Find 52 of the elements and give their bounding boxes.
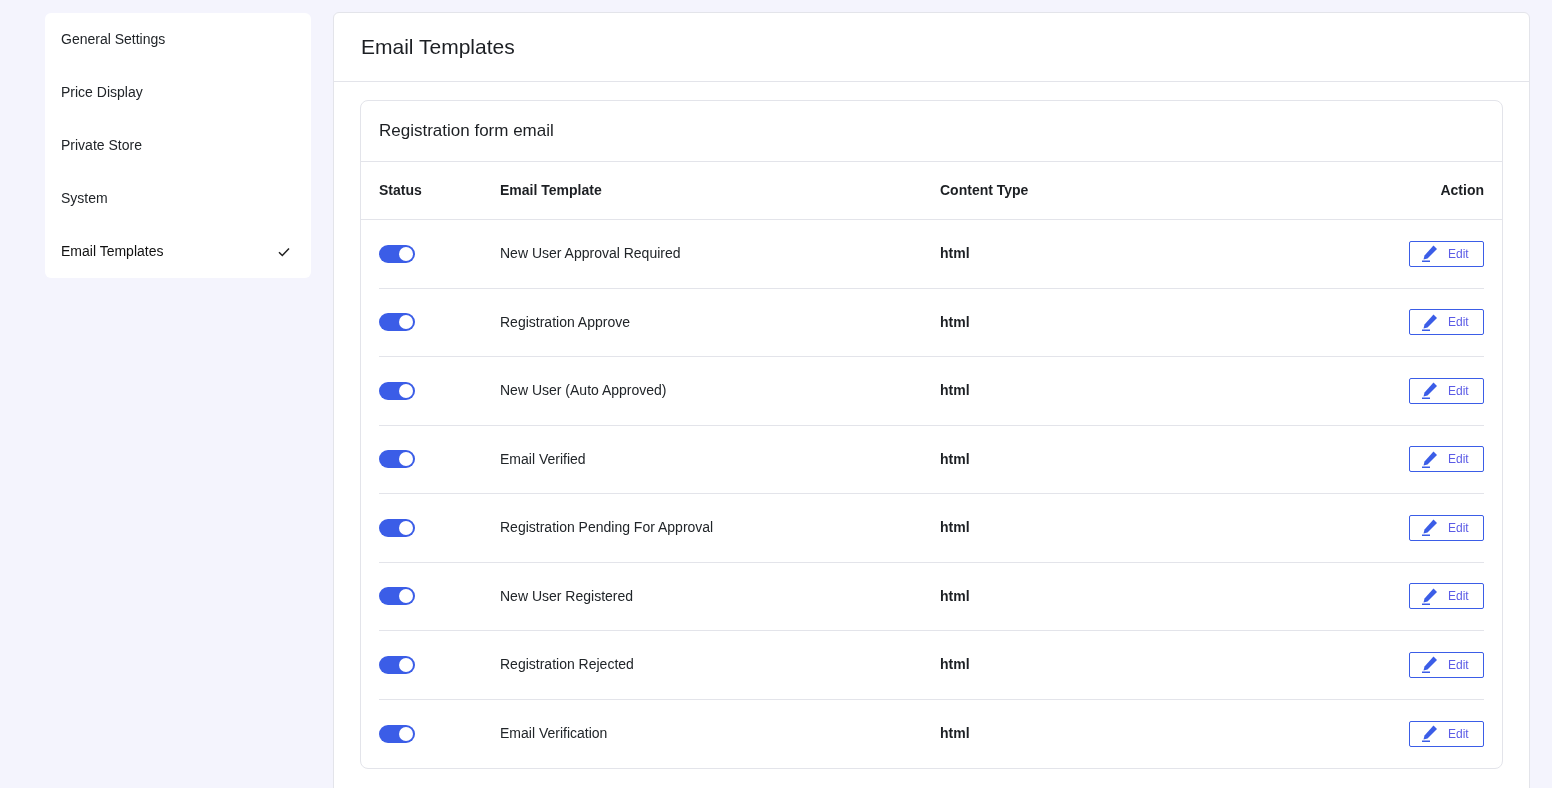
edit-button[interactable]: Edit xyxy=(1409,240,1484,267)
column-header: Action xyxy=(1440,181,1484,200)
content-type: html xyxy=(940,312,970,332)
content-type: html xyxy=(940,449,970,469)
template-name: New User Registered xyxy=(500,586,635,606)
content-type: html xyxy=(940,381,970,401)
template-name: New User Approval Required xyxy=(500,244,682,264)
content-type: html xyxy=(940,655,970,675)
template-name: Registration Rejected xyxy=(500,655,635,675)
edit-button[interactable]: Edit xyxy=(1409,377,1484,404)
template-name: Registration Approve xyxy=(500,312,631,332)
content-type: html xyxy=(940,724,970,744)
pencil-icon xyxy=(1422,587,1438,605)
edit-button[interactable]: Edit xyxy=(1409,446,1484,473)
edit-button[interactable]: Edit xyxy=(1409,720,1484,747)
pencil-icon xyxy=(1422,245,1438,263)
column-header: Status xyxy=(379,181,423,200)
status-toggle[interactable] xyxy=(379,313,415,332)
edit-button[interactable]: Edit xyxy=(1409,651,1484,678)
pencil-icon xyxy=(1422,382,1438,400)
pencil-icon xyxy=(1422,450,1438,468)
column-header: Content Type xyxy=(940,181,1029,200)
pencil-icon xyxy=(1422,656,1438,674)
status-toggle[interactable] xyxy=(379,450,415,469)
status-toggle[interactable] xyxy=(379,244,415,263)
section-title: Registration form email xyxy=(379,120,554,143)
content-type: html xyxy=(940,586,970,606)
template-name: New User (Auto Approved) xyxy=(500,381,668,401)
edit-button[interactable]: Edit xyxy=(1409,309,1484,336)
checkmark-icon xyxy=(278,246,290,257)
status-toggle[interactable] xyxy=(379,655,415,674)
sidebar-item[interactable]: Price Display xyxy=(45,66,311,119)
pencil-icon xyxy=(1422,313,1438,331)
content-type: html xyxy=(940,518,970,538)
status-toggle[interactable] xyxy=(379,381,415,400)
status-toggle[interactable] xyxy=(379,724,415,743)
column-header: Email Template xyxy=(500,181,603,200)
pencil-icon xyxy=(1422,725,1438,743)
sidebar-item[interactable]: General Settings xyxy=(45,13,311,66)
content-type: html xyxy=(940,244,970,264)
sidebar-item[interactable]: Private Store xyxy=(45,119,311,172)
edit-button[interactable]: Edit xyxy=(1409,583,1484,610)
sidebar-item[interactable]: System xyxy=(45,172,311,225)
edit-button[interactable]: Edit xyxy=(1409,514,1484,541)
status-toggle[interactable] xyxy=(379,518,415,537)
pencil-icon xyxy=(1422,519,1438,537)
template-name: Email Verified xyxy=(500,449,587,469)
status-toggle[interactable] xyxy=(379,587,415,606)
template-name: Email Verification xyxy=(500,724,609,744)
panel-title: Email Templates xyxy=(361,34,515,61)
template-name: Registration Pending For Approval xyxy=(500,518,715,538)
sidebar-item[interactable]: Email Templates xyxy=(45,225,311,278)
